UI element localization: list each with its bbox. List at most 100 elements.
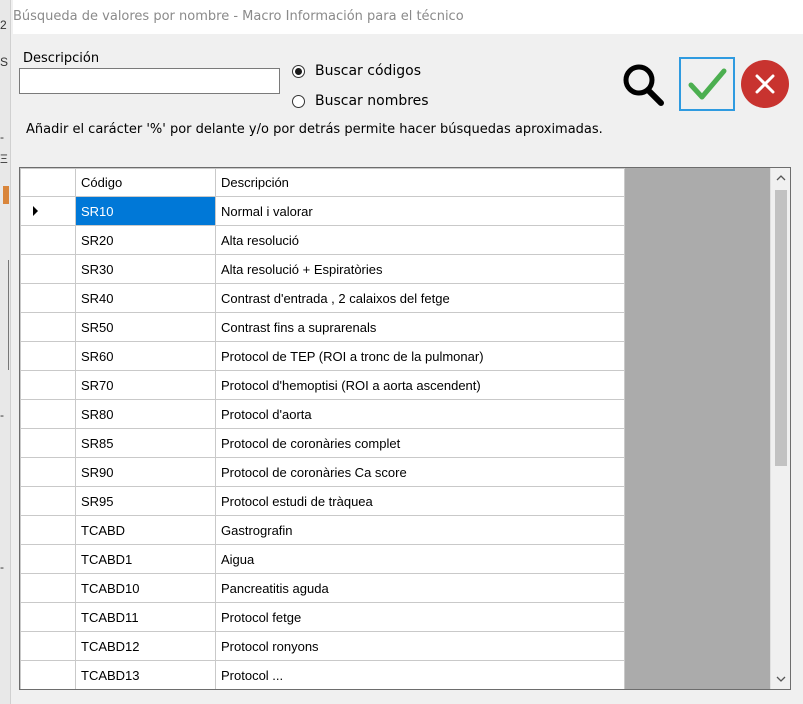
background-divider <box>8 260 9 370</box>
magnifier-icon <box>623 64 664 106</box>
background-char: 2 <box>0 18 7 32</box>
table-row[interactable]: SR30 Alta resolució + Espiratòries <box>20 254 625 284</box>
background-char: - <box>0 408 4 422</box>
table-row[interactable]: SR70 Protocol d'hemoptisi (ROI a aorta as… <box>20 370 625 400</box>
cell-code[interactable]: SR50 <box>75 312 216 342</box>
cell-description[interactable]: Aigua <box>215 544 625 574</box>
search-button[interactable] <box>617 57 673 111</box>
cell-description[interactable]: Protocol d'hemoptisi (ROI a aorta ascend… <box>215 370 625 400</box>
chevron-up-icon <box>776 175 786 181</box>
background-char: S <box>0 55 9 69</box>
checkmark-icon <box>688 68 727 100</box>
accept-button[interactable] <box>679 57 735 111</box>
row-header[interactable] <box>20 225 76 255</box>
cell-code[interactable]: SR90 <box>75 457 216 487</box>
row-header[interactable] <box>20 486 76 516</box>
row-header[interactable] <box>20 283 76 313</box>
table-row[interactable]: TCABD Gastrografin <box>20 515 625 545</box>
radio-search-codes[interactable]: Buscar códigos <box>292 61 421 81</box>
row-header[interactable] <box>20 370 76 400</box>
row-header[interactable] <box>20 660 76 689</box>
chevron-down-icon <box>776 676 786 682</box>
cell-description[interactable]: Protocol de coronàries complet <box>215 428 625 458</box>
description-label: Descripción <box>23 51 100 66</box>
cell-description[interactable]: Protocol d'aorta <box>215 399 625 429</box>
scroll-up-button[interactable] <box>771 168 790 188</box>
radio-search-codes-label: Buscar códigos <box>315 63 422 79</box>
cell-description[interactable]: Protocol de TEP (ROI a tronc de la pulmo… <box>215 341 625 371</box>
description-input[interactable] <box>19 68 280 94</box>
cell-code[interactable]: SR20 <box>75 225 216 255</box>
scroll-down-button[interactable] <box>771 669 790 689</box>
row-header-corner <box>20 168 76 197</box>
current-row-arrow-icon <box>33 206 38 216</box>
column-header-code[interactable]: Código <box>75 168 216 197</box>
grid-header-row: Código Descripción <box>20 168 625 197</box>
cell-description[interactable]: Gastrografin <box>215 515 625 545</box>
cell-code[interactable]: SR70 <box>75 370 216 400</box>
table-row[interactable]: SR80 Protocol d'aorta <box>20 399 625 429</box>
cell-description[interactable]: Protocol estudi de tràquea <box>215 486 625 516</box>
cell-description[interactable]: Contrast d'entrada , 2 calaixos del fetg… <box>215 283 625 313</box>
row-header[interactable] <box>20 254 76 284</box>
radio-search-names-label: Buscar nombres <box>315 93 429 109</box>
vertical-scrollbar[interactable] <box>770 168 790 689</box>
row-header[interactable] <box>20 341 76 371</box>
cell-description[interactable]: Protocol ... <box>215 660 625 689</box>
cell-code[interactable]: TCABD13 <box>75 660 216 689</box>
table-row[interactable]: SR40 Contrast d'entrada , 2 calaixos del … <box>20 283 625 313</box>
cell-code[interactable]: SR95 <box>75 486 216 516</box>
radio-unselected-indicator[interactable] <box>292 94 305 108</box>
results-grid[interactable]: Código Descripción SR10 Normal i valorar S… <box>19 167 791 690</box>
cell-description[interactable]: Normal i valorar <box>215 196 625 226</box>
row-header[interactable] <box>20 457 76 487</box>
cell-code[interactable]: TCABD12 <box>75 631 216 661</box>
search-hint: Añadir el carácter '%' por delante y/o p… <box>26 122 603 137</box>
table-row[interactable]: TCABD13 Protocol ... <box>20 660 625 689</box>
table-row[interactable]: TCABD10 Pancreatitis aguda <box>20 573 625 603</box>
cell-code[interactable]: TCABD11 <box>75 602 216 632</box>
cell-description[interactable]: Contrast fins a suprarenals <box>215 312 625 342</box>
cell-description[interactable]: Protocol de coronàries Ca score <box>215 457 625 487</box>
cell-code[interactable]: SR30 <box>75 254 216 284</box>
table-row[interactable]: SR85 Protocol de coronàries complet <box>20 428 625 458</box>
background-char: - <box>0 130 4 144</box>
row-header[interactable] <box>20 428 76 458</box>
cell-code[interactable]: TCABD10 <box>75 573 216 603</box>
cell-code[interactable]: SR80 <box>75 399 216 429</box>
table-row[interactable]: SR10 Normal i valorar <box>20 196 625 226</box>
cell-code[interactable]: SR60 <box>75 341 216 371</box>
cell-code[interactable]: TCABD <box>75 515 216 545</box>
cell-code[interactable]: SR85 <box>75 428 216 458</box>
cell-description[interactable]: Pancreatitis aguda <box>215 573 625 603</box>
row-header[interactable] <box>20 399 76 429</box>
table-row[interactable]: SR20 Alta resolució <box>20 225 625 255</box>
cell-code[interactable]: SR40 <box>75 283 216 313</box>
row-header[interactable] <box>20 196 76 226</box>
column-header-description[interactable]: Descripción <box>215 168 625 197</box>
table-row[interactable]: SR95 Protocol estudi de tràquea <box>20 486 625 516</box>
radio-selected-indicator[interactable] <box>292 64 305 78</box>
table-row[interactable]: SR50 Contrast fins a suprarenals <box>20 312 625 342</box>
cell-description[interactable]: Alta resolució + Espiratòries <box>215 254 625 284</box>
row-header[interactable] <box>20 544 76 574</box>
row-header[interactable] <box>20 573 76 603</box>
cell-description[interactable]: Protocol ronyons <box>215 631 625 661</box>
cell-description[interactable]: Protocol fetge <box>215 602 625 632</box>
radio-search-names[interactable]: Buscar nombres <box>292 91 429 111</box>
table-row[interactable]: TCABD1 Aigua <box>20 544 625 574</box>
table-row[interactable]: TCABD11 Protocol fetge <box>20 602 625 632</box>
cell-code[interactable]: TCABD1 <box>75 544 216 574</box>
cell-code[interactable]: SR10 <box>75 196 216 226</box>
cancel-button[interactable] <box>739 58 791 110</box>
table-row[interactable]: SR60 Protocol de TEP (ROI a tronc de la p… <box>20 341 625 371</box>
row-header[interactable] <box>20 312 76 342</box>
window-title: Búsqueda de valores por nombre - Macro I… <box>13 0 803 34</box>
table-row[interactable]: SR90 Protocol de coronàries Ca score <box>20 457 625 487</box>
scrollbar-thumb[interactable] <box>775 190 787 466</box>
cell-description[interactable]: Alta resolució <box>215 225 625 255</box>
row-header[interactable] <box>20 602 76 632</box>
row-header[interactable] <box>20 631 76 661</box>
row-header[interactable] <box>20 515 76 545</box>
table-row[interactable]: TCABD12 Protocol ronyons <box>20 631 625 661</box>
